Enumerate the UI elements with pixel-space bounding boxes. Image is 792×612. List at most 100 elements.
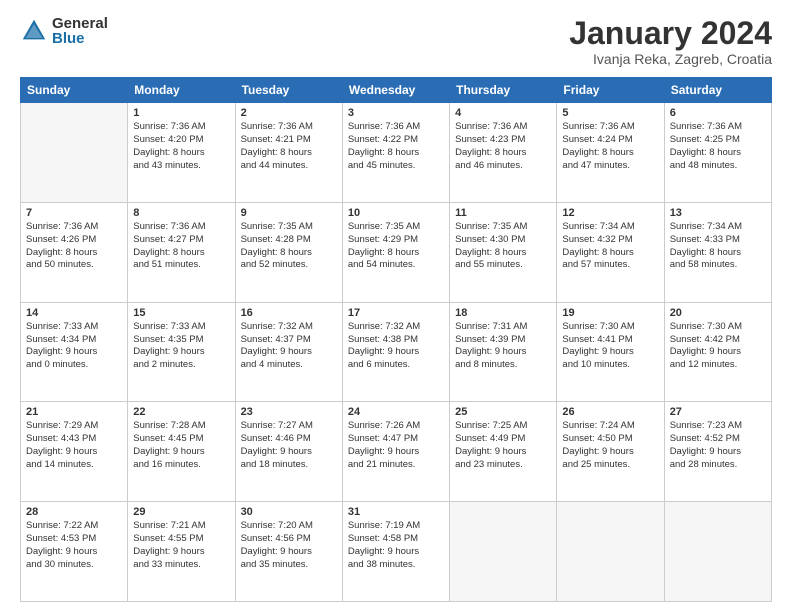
calendar: SundayMondayTuesdayWednesdayThursdayFrid…: [20, 77, 772, 602]
week-row-3: 14Sunrise: 7:33 AMSunset: 4:34 PMDayligh…: [21, 302, 772, 402]
calendar-cell: 4Sunrise: 7:36 AMSunset: 4:23 PMDaylight…: [450, 103, 557, 203]
cell-line: Sunrise: 7:29 AM: [26, 420, 122, 433]
logo-blue: Blue: [52, 31, 108, 46]
cell-line: Sunset: 4:27 PM: [133, 234, 229, 247]
weekday-header-sunday: Sunday: [21, 78, 128, 103]
cell-line: Sunrise: 7:33 AM: [133, 321, 229, 334]
day-number: 15: [133, 307, 229, 319]
cell-line: Sunrise: 7:36 AM: [133, 221, 229, 234]
cell-line: and 51 minutes.: [133, 259, 229, 272]
day-number: 13: [670, 207, 766, 219]
cell-line: Daylight: 9 hours: [348, 346, 444, 359]
cell-line: Sunset: 4:21 PM: [241, 134, 337, 147]
cell-line: and 14 minutes.: [26, 459, 122, 472]
cell-line: Daylight: 9 hours: [26, 546, 122, 559]
calendar-cell: 28Sunrise: 7:22 AMSunset: 4:53 PMDayligh…: [21, 502, 128, 602]
cell-line: Sunrise: 7:21 AM: [133, 520, 229, 533]
cell-line: Sunrise: 7:24 AM: [562, 420, 658, 433]
calendar-cell: [450, 502, 557, 602]
day-number: 20: [670, 307, 766, 319]
cell-line: Daylight: 8 hours: [562, 147, 658, 160]
cell-line: Daylight: 9 hours: [241, 546, 337, 559]
weekday-header-thursday: Thursday: [450, 78, 557, 103]
cell-line: Sunset: 4:23 PM: [455, 134, 551, 147]
weekday-header-tuesday: Tuesday: [235, 78, 342, 103]
day-number: 4: [455, 107, 551, 119]
weekday-header-monday: Monday: [128, 78, 235, 103]
cell-line: Sunrise: 7:36 AM: [562, 121, 658, 134]
day-number: 9: [241, 207, 337, 219]
cell-line: Sunrise: 7:30 AM: [670, 321, 766, 334]
cell-line: Sunset: 4:28 PM: [241, 234, 337, 247]
day-number: 19: [562, 307, 658, 319]
day-number: 26: [562, 406, 658, 418]
cell-line: Sunset: 4:25 PM: [670, 134, 766, 147]
cell-line: and 10 minutes.: [562, 359, 658, 372]
cell-line: Sunset: 4:33 PM: [670, 234, 766, 247]
title-block: January 2024 Ivanja Reka, Zagreb, Croati…: [569, 16, 772, 67]
cell-line: and 33 minutes.: [133, 559, 229, 572]
day-number: 30: [241, 506, 337, 518]
cell-line: Daylight: 9 hours: [562, 346, 658, 359]
calendar-cell: 30Sunrise: 7:20 AMSunset: 4:56 PMDayligh…: [235, 502, 342, 602]
calendar-cell: 25Sunrise: 7:25 AMSunset: 4:49 PMDayligh…: [450, 402, 557, 502]
week-row-4: 21Sunrise: 7:29 AMSunset: 4:43 PMDayligh…: [21, 402, 772, 502]
cell-line: Sunrise: 7:25 AM: [455, 420, 551, 433]
cell-line: Daylight: 9 hours: [26, 346, 122, 359]
cell-line: Sunset: 4:49 PM: [455, 433, 551, 446]
cell-line: and 35 minutes.: [241, 559, 337, 572]
cell-line: and 2 minutes.: [133, 359, 229, 372]
cell-line: Daylight: 8 hours: [455, 247, 551, 260]
calendar-body: 1Sunrise: 7:36 AMSunset: 4:20 PMDaylight…: [21, 103, 772, 602]
cell-line: Sunset: 4:55 PM: [133, 533, 229, 546]
calendar-cell: 15Sunrise: 7:33 AMSunset: 4:35 PMDayligh…: [128, 302, 235, 402]
cell-line: Sunset: 4:24 PM: [562, 134, 658, 147]
cell-line: Daylight: 9 hours: [133, 346, 229, 359]
day-number: 18: [455, 307, 551, 319]
cell-line: Sunrise: 7:36 AM: [670, 121, 766, 134]
calendar-cell: 5Sunrise: 7:36 AMSunset: 4:24 PMDaylight…: [557, 103, 664, 203]
cell-line: Daylight: 9 hours: [26, 446, 122, 459]
calendar-cell: 23Sunrise: 7:27 AMSunset: 4:46 PMDayligh…: [235, 402, 342, 502]
cell-line: Sunrise: 7:34 AM: [562, 221, 658, 234]
cell-line: Daylight: 8 hours: [348, 247, 444, 260]
cell-line: Daylight: 9 hours: [348, 446, 444, 459]
day-number: 7: [26, 207, 122, 219]
cell-line: and 58 minutes.: [670, 259, 766, 272]
cell-line: and 44 minutes.: [241, 160, 337, 173]
calendar-cell: 10Sunrise: 7:35 AMSunset: 4:29 PMDayligh…: [342, 202, 449, 302]
cell-line: and 8 minutes.: [455, 359, 551, 372]
cell-line: Sunset: 4:47 PM: [348, 433, 444, 446]
cell-line: Sunset: 4:32 PM: [562, 234, 658, 247]
day-number: 31: [348, 506, 444, 518]
day-number: 23: [241, 406, 337, 418]
cell-line: and 50 minutes.: [26, 259, 122, 272]
cell-line: Daylight: 9 hours: [670, 446, 766, 459]
cell-line: Sunrise: 7:31 AM: [455, 321, 551, 334]
cell-line: and 47 minutes.: [562, 160, 658, 173]
cell-line: Sunrise: 7:20 AM: [241, 520, 337, 533]
day-number: 12: [562, 207, 658, 219]
calendar-cell: [557, 502, 664, 602]
cell-line: Sunset: 4:43 PM: [26, 433, 122, 446]
weekday-header-saturday: Saturday: [664, 78, 771, 103]
calendar-cell: 6Sunrise: 7:36 AMSunset: 4:25 PMDaylight…: [664, 103, 771, 203]
cell-line: Sunrise: 7:19 AM: [348, 520, 444, 533]
calendar-cell: 21Sunrise: 7:29 AMSunset: 4:43 PMDayligh…: [21, 402, 128, 502]
calendar-cell: 7Sunrise: 7:36 AMSunset: 4:26 PMDaylight…: [21, 202, 128, 302]
cell-line: Daylight: 9 hours: [455, 446, 551, 459]
calendar-cell: [664, 502, 771, 602]
cell-line: Sunrise: 7:35 AM: [348, 221, 444, 234]
cell-line: Sunrise: 7:34 AM: [670, 221, 766, 234]
cell-line: Sunrise: 7:32 AM: [348, 321, 444, 334]
cell-line: Daylight: 9 hours: [241, 446, 337, 459]
day-number: 22: [133, 406, 229, 418]
cell-line: Sunset: 4:41 PM: [562, 334, 658, 347]
day-number: 10: [348, 207, 444, 219]
cell-line: Daylight: 8 hours: [241, 147, 337, 160]
day-number: 1: [133, 107, 229, 119]
calendar-cell: 11Sunrise: 7:35 AMSunset: 4:30 PMDayligh…: [450, 202, 557, 302]
week-row-2: 7Sunrise: 7:36 AMSunset: 4:26 PMDaylight…: [21, 202, 772, 302]
calendar-cell: 12Sunrise: 7:34 AMSunset: 4:32 PMDayligh…: [557, 202, 664, 302]
logo-icon: [20, 17, 48, 45]
